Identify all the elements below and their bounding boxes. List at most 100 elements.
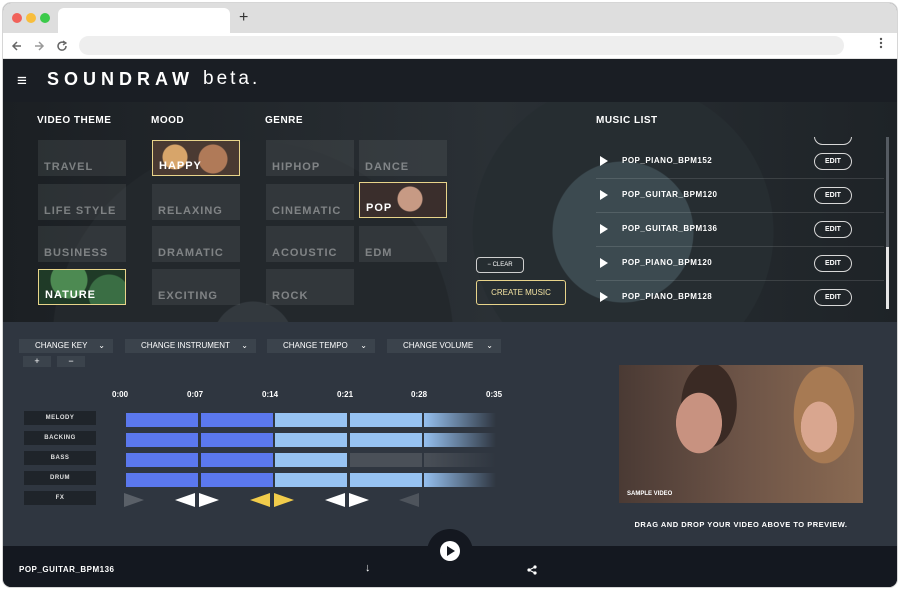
minimize-window-icon[interactable] bbox=[26, 13, 36, 23]
new-tab-button[interactable]: + bbox=[239, 9, 248, 27]
edit-button[interactable]: EDIT bbox=[814, 153, 852, 170]
play-icon[interactable] bbox=[600, 258, 608, 268]
brand-logo: SOUNDRAW bbox=[47, 69, 194, 89]
change-volume-dropdown[interactable]: CHANGE VOLUME ⌄ bbox=[387, 339, 501, 353]
timeline-segment[interactable] bbox=[126, 413, 198, 427]
timeline-segment[interactable] bbox=[349, 453, 422, 467]
play-icon[interactable] bbox=[600, 156, 608, 166]
music-list-heading: MUSIC LIST bbox=[596, 115, 658, 126]
tile-label: BUSINESS bbox=[44, 247, 109, 259]
brand-beta-label: beta. bbox=[203, 68, 261, 89]
minus-button[interactable]: − bbox=[57, 356, 85, 367]
timeline-segment[interactable] bbox=[126, 453, 198, 467]
play-button[interactable] bbox=[440, 541, 460, 561]
timeline-segment[interactable] bbox=[349, 413, 422, 427]
music-list: POP_PIANO_BPM152 EDIT POP_GUITAR_BPM120 … bbox=[596, 137, 886, 312]
track-label-bass[interactable]: BASS bbox=[24, 451, 96, 465]
mood-tile-dramatic[interactable]: DRAMATIC bbox=[152, 226, 240, 262]
arrow-right-icon[interactable] bbox=[33, 40, 45, 52]
play-icon[interactable] bbox=[600, 292, 608, 302]
plus-button[interactable]: + bbox=[23, 356, 51, 367]
timeline-segment[interactable] bbox=[275, 453, 347, 467]
video-preview[interactable]: SAMPLE VIDEO bbox=[619, 365, 863, 503]
theme-tile-travel[interactable]: TRAVEL bbox=[38, 140, 126, 176]
arrow-left-icon[interactable] bbox=[11, 40, 23, 52]
share-icon[interactable] bbox=[527, 565, 537, 575]
change-key-dropdown[interactable]: CHANGE KEY ⌄ bbox=[19, 339, 113, 353]
timeline-segment[interactable] bbox=[275, 473, 347, 487]
reload-icon[interactable] bbox=[56, 40, 68, 52]
fx-marker[interactable] bbox=[325, 493, 345, 507]
dropdown-label: CHANGE TEMPO bbox=[283, 341, 348, 350]
video-theme-heading: VIDEO THEME bbox=[37, 115, 112, 126]
timeline-segment[interactable] bbox=[200, 473, 273, 487]
time-marker: 0:00 bbox=[112, 390, 129, 399]
timeline-segment[interactable] bbox=[200, 453, 273, 467]
fx-marker[interactable] bbox=[199, 493, 219, 507]
play-icon[interactable] bbox=[600, 190, 608, 200]
theme-tile-life-style[interactable]: LIFE STYLE bbox=[38, 184, 126, 220]
genre-tile-cinematic[interactable]: CINEMATIC bbox=[266, 184, 354, 220]
theme-tile-nature[interactable]: NATURE bbox=[38, 269, 126, 305]
fx-marker-active[interactable] bbox=[250, 493, 270, 507]
music-list-item[interactable]: POP_PIANO_BPM128 EDIT bbox=[596, 281, 884, 312]
dropdown-label: CHANGE KEY bbox=[35, 341, 88, 350]
kebab-icon[interactable] bbox=[879, 37, 883, 49]
address-bar[interactable] bbox=[79, 36, 844, 55]
create-music-button[interactable]: CREATE MUSIC bbox=[476, 280, 566, 305]
genre-tile-hiphop[interactable]: HIPHOP bbox=[266, 140, 354, 176]
edit-button-partial[interactable] bbox=[814, 137, 852, 145]
genre-tile-rock[interactable]: ROCK bbox=[266, 269, 354, 305]
track-label-backing[interactable]: BACKING bbox=[24, 431, 96, 445]
browser-tab-strip: + bbox=[3, 3, 897, 33]
fx-marker[interactable] bbox=[124, 493, 144, 507]
music-list-item[interactable]: POP_PIANO_BPM120 EDIT bbox=[596, 247, 884, 281]
timeline-segment[interactable] bbox=[275, 433, 347, 447]
timeline-segment[interactable] bbox=[349, 433, 422, 447]
genre-tile-edm[interactable]: EDM bbox=[359, 226, 447, 262]
genre-tile-acoustic[interactable]: ACOUSTIC bbox=[266, 226, 354, 262]
edit-button[interactable]: EDIT bbox=[814, 221, 852, 238]
music-list-item[interactable]: POP_PIANO_BPM152 EDIT bbox=[596, 145, 884, 179]
hamburger-menu-icon[interactable]: ≡ bbox=[17, 71, 27, 91]
mood-tile-relaxing[interactable]: RELAXING bbox=[152, 184, 240, 220]
track-label-drum[interactable]: DRUM bbox=[24, 471, 96, 485]
edit-button[interactable]: EDIT bbox=[814, 255, 852, 272]
clear-button[interactable]: − CLEAR bbox=[476, 257, 524, 273]
genre-tile-pop[interactable]: POP bbox=[359, 182, 447, 218]
change-tempo-dropdown[interactable]: CHANGE TEMPO ⌄ bbox=[267, 339, 375, 353]
change-instrument-dropdown[interactable]: CHANGE INSTRUMENT ⌄ bbox=[125, 339, 256, 353]
genre-tile-dance[interactable]: DANCE bbox=[359, 140, 447, 176]
tile-label: NATURE bbox=[45, 289, 97, 301]
mood-tile-happy[interactable]: HAPPY bbox=[152, 140, 240, 176]
timeline-segment[interactable] bbox=[126, 433, 198, 447]
timeline-segment[interactable] bbox=[275, 413, 347, 427]
timeline-segment[interactable] bbox=[349, 473, 422, 487]
download-icon[interactable]: ↓ bbox=[365, 562, 371, 574]
tile-label: TRAVEL bbox=[44, 161, 94, 173]
browser-tab[interactable] bbox=[58, 8, 230, 33]
edit-button[interactable]: EDIT bbox=[814, 289, 852, 306]
timeline-segment[interactable] bbox=[126, 473, 198, 487]
tile-label: HAPPY bbox=[159, 160, 202, 172]
music-list-item[interactable]: POP_GUITAR_BPM136 EDIT bbox=[596, 213, 884, 247]
play-icon[interactable] bbox=[600, 224, 608, 234]
track-label-melody[interactable]: MELODY bbox=[24, 411, 96, 425]
tile-label: CINEMATIC bbox=[272, 205, 342, 217]
music-list-item[interactable]: POP_GUITAR_BPM120 EDIT bbox=[596, 179, 884, 213]
fx-marker-active[interactable] bbox=[274, 493, 294, 507]
track-label-fx[interactable]: FX bbox=[24, 491, 96, 505]
maximize-window-icon[interactable] bbox=[40, 13, 50, 23]
edit-button[interactable]: EDIT bbox=[814, 187, 852, 204]
theme-tile-business[interactable]: BUSINESS bbox=[38, 226, 126, 262]
fx-marker[interactable] bbox=[175, 493, 195, 507]
close-window-icon[interactable] bbox=[12, 13, 22, 23]
fx-marker[interactable] bbox=[399, 493, 419, 507]
music-list-scroll-thumb[interactable] bbox=[886, 247, 889, 309]
mood-tile-exciting[interactable]: EXCITING bbox=[152, 269, 240, 305]
timeline-segment[interactable] bbox=[200, 433, 273, 447]
timeline-segment[interactable] bbox=[200, 413, 273, 427]
tile-label: EXCITING bbox=[158, 290, 218, 302]
fx-marker[interactable] bbox=[349, 493, 369, 507]
track-name: POP_PIANO_BPM152 bbox=[622, 156, 713, 165]
